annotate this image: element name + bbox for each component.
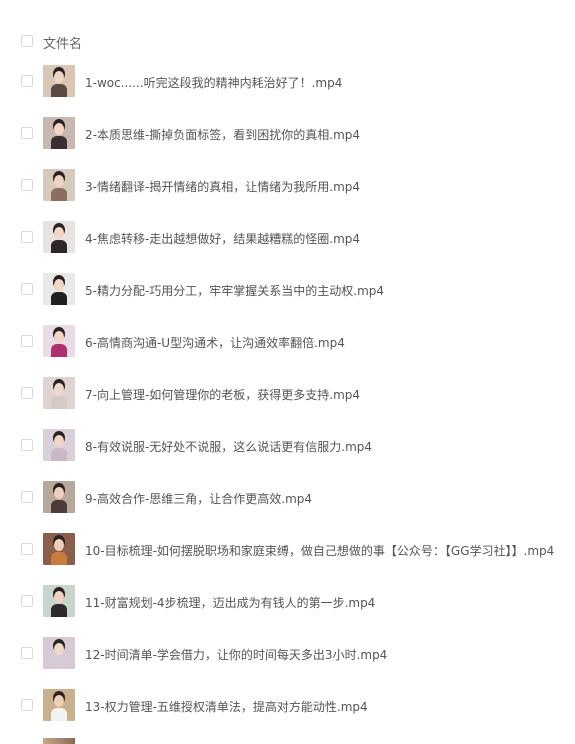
file-name[interactable]: 10-目标梳理-如何摆脱职场和家庭束缚，做自己想做的事【公众号：【GG学习社】】… <box>85 542 554 559</box>
video-thumbnail[interactable] <box>43 325 75 357</box>
thumbnail-figure-head <box>54 695 64 707</box>
thumbnail-figure-head <box>54 591 64 603</box>
file-checkbox[interactable] <box>21 127 33 139</box>
thumbnail-figure <box>51 292 67 305</box>
video-thumbnail[interactable] <box>43 65 75 97</box>
partial-breadcrumb: — — — — — — — — — — — — — — — <box>0 0 575 8</box>
thumbnail-figure-head <box>54 331 64 343</box>
column-header-filename[interactable]: 文件名 <box>43 33 82 52</box>
thumbnail-figure <box>51 552 67 565</box>
file-row[interactable]: 2-本质思维-撕掉负面标签，看到困扰你的真相.mp4 <box>0 116 575 168</box>
file-name[interactable]: 6-高情商沟通-U型沟通术，让沟通效率翻倍.mp4 <box>85 334 345 351</box>
file-name[interactable]: 9-高效合作-思维三角，让合作更高效.mp4 <box>85 490 312 507</box>
file-checkbox[interactable] <box>21 699 33 711</box>
file-name[interactable]: 11-财富规划-4步梳理，迈出成为有钱人的第一步.mp4 <box>85 594 375 611</box>
thumbnail-figure-head <box>54 539 64 551</box>
file-checkbox[interactable] <box>21 387 33 399</box>
file-checkbox[interactable] <box>21 335 33 347</box>
thumbnail-figure <box>51 396 67 409</box>
thumbnail-figure <box>51 708 67 721</box>
file-checkbox[interactable] <box>21 491 33 503</box>
thumbnail-figure <box>51 240 67 253</box>
thumbnail-figure <box>51 136 67 149</box>
next-row-thumbnail-partial <box>43 738 75 744</box>
file-row[interactable]: 13-权力管理-五维授权清单法，提高对方能动性.mp4 <box>0 688 575 740</box>
video-thumbnail[interactable] <box>43 221 75 253</box>
video-thumbnail[interactable] <box>43 533 75 565</box>
file-row[interactable]: 3-情绪翻译-揭开情绪的真相，让情绪为我所用.mp4 <box>0 168 575 220</box>
file-row[interactable]: 4-焦虑转移-走出越想做好，结果越糟糕的怪圈.mp4 <box>0 220 575 272</box>
select-all-checkbox[interactable] <box>21 35 33 47</box>
file-name[interactable]: 7-向上管理-如何管理你的老板，获得更多支持.mp4 <box>85 386 360 403</box>
file-checkbox[interactable] <box>21 75 33 87</box>
video-thumbnail[interactable] <box>43 689 75 721</box>
video-thumbnail[interactable] <box>43 585 75 617</box>
thumbnail-figure-head <box>54 279 64 291</box>
file-list: 1-woc......听完这段我的精神内耗治好了！.mp4 2-本质思维-撕掉负面… <box>0 64 575 740</box>
thumbnail-figure-head <box>54 123 64 135</box>
file-row[interactable]: 5-精力分配-巧用分工，牢牢掌握关系当中的主动权.mp4 <box>0 272 575 324</box>
thumbnail-figure <box>51 84 67 97</box>
file-name[interactable]: 12-时间清单-学会借力，让你的时间每天多出3小时.mp4 <box>85 646 387 663</box>
thumbnail-figure <box>51 344 67 357</box>
file-row[interactable]: 12-时间清单-学会借力，让你的时间每天多出3小时.mp4 <box>0 636 575 688</box>
video-thumbnail[interactable] <box>43 273 75 305</box>
file-name[interactable]: 3-情绪翻译-揭开情绪的真相，让情绪为我所用.mp4 <box>85 178 360 195</box>
file-checkbox[interactable] <box>21 231 33 243</box>
thumbnail-figure-head <box>54 175 64 187</box>
file-name[interactable]: 8-有效说服-无好处不说服，这么说话更有信服力.mp4 <box>85 438 372 455</box>
file-name[interactable]: 2-本质思维-撕掉负面标签，看到困扰你的真相.mp4 <box>85 126 360 143</box>
video-thumbnail[interactable] <box>43 429 75 461</box>
partial-breadcrumb-text: — — — — — — — — — — — — — — — <box>20 0 273 6</box>
file-row[interactable]: 7-向上管理-如何管理你的老板，获得更多支持.mp4 <box>0 376 575 428</box>
file-row[interactable]: 10-目标梳理-如何摆脱职场和家庭束缚，做自己想做的事【公众号：【GG学习社】】… <box>0 532 575 584</box>
thumbnail-figure-head <box>54 643 64 655</box>
thumbnail-figure <box>51 448 67 461</box>
file-checkbox[interactable] <box>21 543 33 555</box>
video-thumbnail[interactable] <box>43 637 75 669</box>
thumbnail-figure <box>51 500 67 513</box>
thumbnail-figure-head <box>54 71 64 83</box>
thumbnail-figure-head <box>54 487 64 499</box>
file-row[interactable]: 6-高情商沟通-U型沟通术，让沟通效率翻倍.mp4 <box>0 324 575 376</box>
file-checkbox[interactable] <box>21 283 33 295</box>
file-name[interactable]: 13-权力管理-五维授权清单法，提高对方能动性.mp4 <box>85 698 368 715</box>
file-name[interactable]: 1-woc......听完这段我的精神内耗治好了！.mp4 <box>85 74 342 91</box>
file-row[interactable]: 1-woc......听完这段我的精神内耗治好了！.mp4 <box>0 64 575 116</box>
video-thumbnail[interactable] <box>43 169 75 201</box>
file-checkbox[interactable] <box>21 595 33 607</box>
file-row[interactable]: 8-有效说服-无好处不说服，这么说话更有信服力.mp4 <box>0 428 575 480</box>
thumbnail-figure <box>51 604 67 617</box>
list-header: 文件名 <box>0 28 575 54</box>
video-thumbnail[interactable] <box>43 481 75 513</box>
file-name[interactable]: 5-精力分配-巧用分工，牢牢掌握关系当中的主动权.mp4 <box>85 282 384 299</box>
video-thumbnail[interactable] <box>43 377 75 409</box>
thumbnail-figure-head <box>54 227 64 239</box>
file-checkbox[interactable] <box>21 179 33 191</box>
file-checkbox[interactable] <box>21 647 33 659</box>
thumbnail-figure <box>51 656 67 669</box>
file-row[interactable]: 11-财富规划-4步梳理，迈出成为有钱人的第一步.mp4 <box>0 584 575 636</box>
thumbnail-figure <box>51 188 67 201</box>
video-thumbnail[interactable] <box>43 117 75 149</box>
file-checkbox[interactable] <box>21 439 33 451</box>
file-row[interactable]: 9-高效合作-思维三角，让合作更高效.mp4 <box>0 480 575 532</box>
thumbnail-figure-head <box>54 435 64 447</box>
file-name[interactable]: 4-焦虑转移-走出越想做好，结果越糟糕的怪圈.mp4 <box>85 230 360 247</box>
thumbnail-figure-head <box>54 383 64 395</box>
